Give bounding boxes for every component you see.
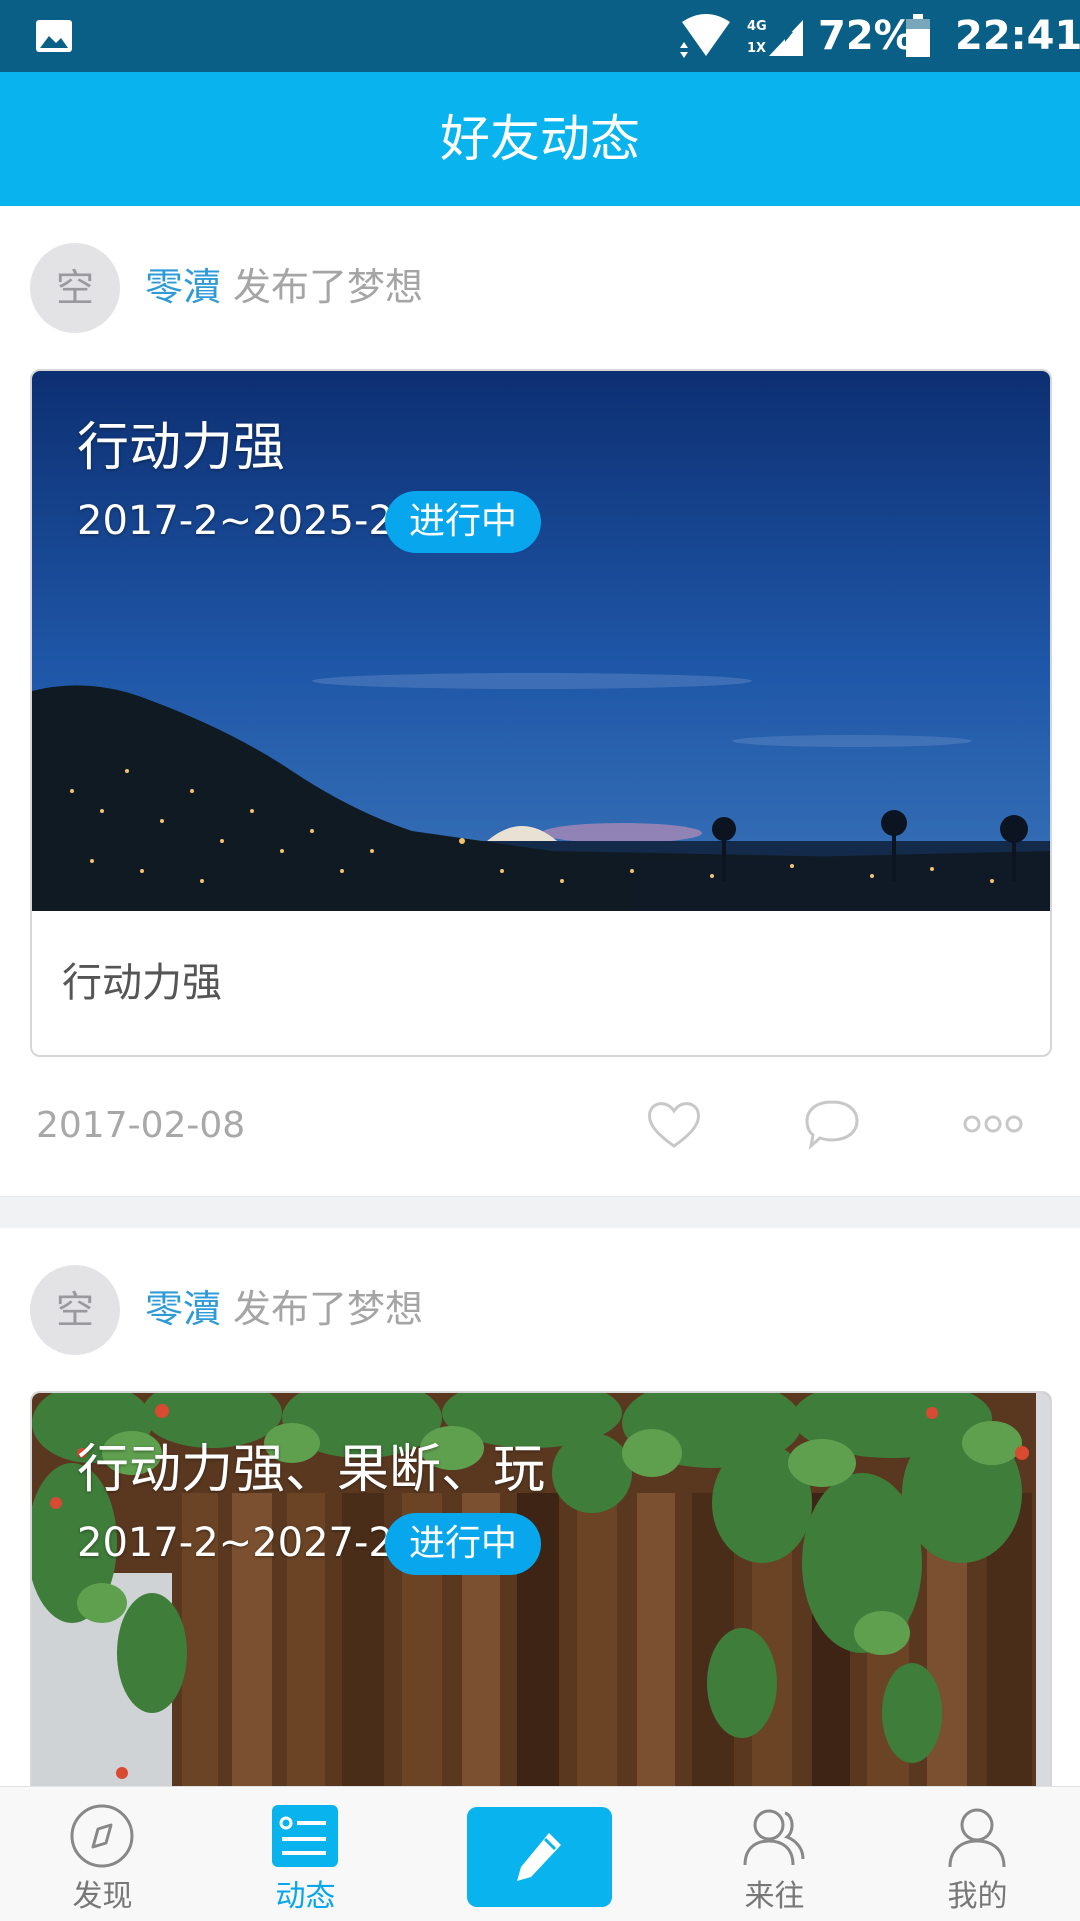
nav-feed[interactable]: 动态 — [233, 1787, 378, 1921]
post-header: 空 零瀆 发布了梦想 — [0, 206, 1080, 336]
post-divider — [0, 1196, 1080, 1230]
post-action-text: 发布了梦想 — [233, 265, 424, 309]
dream-title: 行动力强、果断、玩 — [77, 1440, 546, 1500]
dream-title: 行动力强 — [77, 418, 286, 478]
author-name[interactable]: 零瀆 — [145, 265, 221, 309]
new-post-button[interactable] — [467, 1807, 612, 1907]
nav-profile[interactable]: 我的 — [905, 1787, 1050, 1921]
network-type-label: 4G — [747, 19, 767, 34]
nav-label: 来往 — [744, 1879, 805, 1914]
status-badge: 进行中 — [385, 491, 542, 553]
wifi-icon — [680, 14, 730, 58]
post-date: 2017-02-08 — [36, 1105, 246, 1146]
network-sub-label: 1X — [747, 41, 766, 56]
page-title: 好友动态 — [440, 110, 640, 168]
status-badge: 进行中 — [385, 1513, 542, 1575]
clock: 22:41 — [955, 13, 1080, 59]
author-name[interactable]: 零瀆 — [145, 1287, 221, 1331]
profile-icon — [948, 1808, 1006, 1868]
heart-icon[interactable] — [645, 1096, 703, 1152]
dream-card[interactable]: 行动力强 2017-2~2025-2 进行中 行动力强 — [30, 369, 1052, 1057]
comment-icon[interactable] — [803, 1096, 861, 1152]
compass-icon — [70, 1804, 134, 1868]
dream-cover-image: 行动力强、果断、玩 2017-2~2027-2 进行中 — [32, 1393, 1050, 1786]
nav-discover[interactable]: 发现 — [30, 1787, 175, 1921]
post-author-line: 零瀆 发布了梦想 — [145, 1284, 423, 1334]
feed-post: 空 零瀆 发布了梦想 — [0, 206, 1080, 1196]
battery-percent: 72% — [818, 13, 914, 59]
friend-feed[interactable]: 空 零瀆 发布了梦想 行动力强 2017-2~2025-2 进行中 行动力强 2… — [0, 206, 1080, 1786]
app-header: 好友动态 — [0, 72, 1080, 206]
bottom-navigation: 发现 动态 来往 我的 — [0, 1786, 1080, 1921]
avatar[interactable]: 空 — [30, 243, 120, 333]
nav-label: 发现 — [72, 1879, 133, 1914]
contacts-icon — [743, 1809, 805, 1866]
status-bar: 4G 1X 72% 22:41 — [0, 0, 1080, 72]
nav-contacts[interactable]: 来往 — [702, 1787, 847, 1921]
dream-card[interactable]: 行动力强、果断、玩 2017-2~2027-2 进行中 — [30, 1391, 1052, 1786]
dream-date-range: 2017-2~2025-2 — [77, 498, 394, 544]
post-author-line: 零瀆 发布了梦想 — [145, 262, 423, 312]
post-action-text: 发布了梦想 — [233, 1287, 424, 1331]
dream-cover-image: 行动力强 2017-2~2025-2 进行中 — [32, 371, 1050, 911]
gallery-notification-icon — [36, 20, 72, 52]
pencil-icon — [517, 1833, 561, 1881]
nav-label: 动态 — [275, 1879, 336, 1914]
dream-description: 行动力强 — [62, 960, 222, 1006]
signal-icon: 4G 1X — [747, 19, 803, 56]
dream-date-range: 2017-2~2027-2 — [77, 1520, 394, 1566]
feed-icon — [272, 1805, 338, 1867]
feed-post: 空 零瀆 发布了梦想 — [0, 1228, 1080, 1786]
post-header: 空 零瀆 发布了梦想 — [0, 1228, 1080, 1358]
avatar[interactable]: 空 — [30, 1265, 120, 1355]
battery-icon — [906, 14, 930, 57]
nav-label: 我的 — [947, 1879, 1008, 1914]
post-footer: 2017-02-08 — [0, 1076, 1080, 1176]
more-options-icon[interactable] — [962, 1106, 1024, 1142]
